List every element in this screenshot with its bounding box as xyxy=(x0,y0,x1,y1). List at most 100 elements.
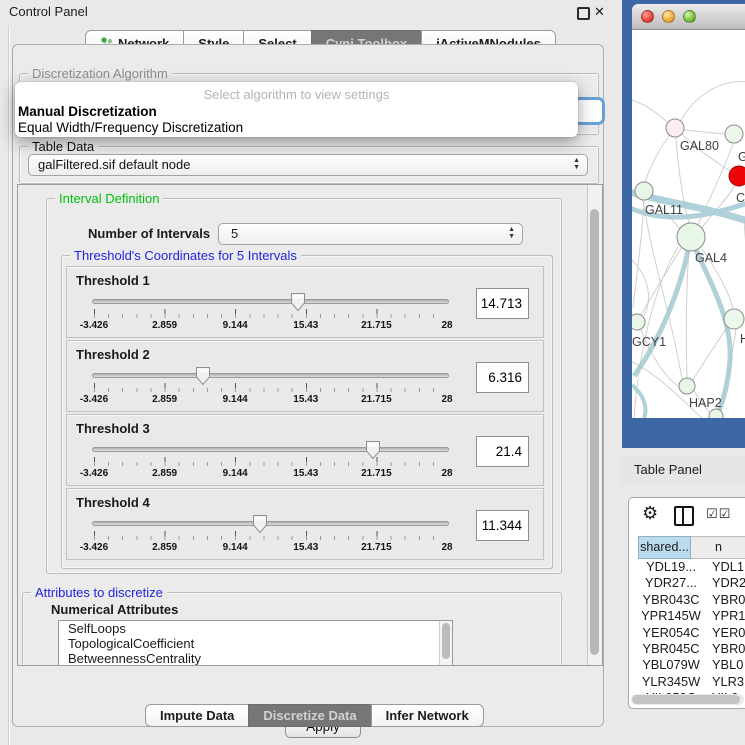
algorithm-dropdown-popup: Select algorithm to view settings Manual… xyxy=(15,82,578,137)
table-cell[interactable]: YPR145W xyxy=(638,608,704,624)
algorithm-option-equal-width[interactable]: Equal Width/Frequency Discretization xyxy=(15,120,578,136)
table-cell[interactable]: YPR1 xyxy=(704,608,745,624)
zoom-traffic-light-icon[interactable] xyxy=(683,10,696,23)
discretization-algorithm-title: Discretization Algorithm xyxy=(28,66,172,81)
network-canvas[interactable]: GAL80G.CGAL11GAL4GCY1HHAP2 xyxy=(632,30,745,418)
threshold-slider[interactable]: -3.4262.8599.14415.4321.71528 xyxy=(92,513,449,557)
combobox-arrows-icon: ▲▼ xyxy=(573,157,580,171)
number-of-intervals-spinner[interactable]: 5 ▲▼ xyxy=(218,223,523,245)
threshold-list: Threshold 1 -3.4262.8599.14415.4321.7152… xyxy=(66,266,546,562)
table-row[interactable]: YLR345WYLR3 xyxy=(638,674,745,690)
table-hscrollbar-thumb[interactable] xyxy=(632,695,740,704)
table-cell[interactable]: YER054C xyxy=(638,625,704,641)
table-cell[interactable]: YLR345W xyxy=(638,674,704,690)
checkbox-icons[interactable]: ☑☑ xyxy=(706,506,731,522)
attribute-list-item[interactable]: SelfLoops xyxy=(59,621,452,636)
table-cell[interactable]: YBR0 xyxy=(704,592,745,608)
network-node-hap2[interactable] xyxy=(679,378,695,394)
table-row[interactable]: YBR045CYBR0 xyxy=(638,641,745,657)
tab-impute-data[interactable]: Impute Data xyxy=(145,704,249,727)
attribute-list-item[interactable]: BetweennessCentrality xyxy=(59,651,452,666)
table-cell[interactable]: YBL079W xyxy=(638,657,704,673)
network-node-label-hap2: HAP2 xyxy=(689,396,722,410)
network-node-gal80[interactable] xyxy=(666,119,684,137)
network-window[interactable]: GAL80G.CGAL11GAL4GCY1HHAP2 xyxy=(632,4,745,418)
slider-track[interactable] xyxy=(92,373,449,378)
tick-label: 9.144 xyxy=(223,320,248,331)
threshold-slider[interactable]: -3.4262.8599.14415.4321.71528 xyxy=(92,439,449,483)
table-row[interactable]: YPR145WYPR1 xyxy=(638,608,745,624)
threshold-value-field[interactable]: 11.344 xyxy=(476,510,529,541)
gear-icon[interactable]: ⚙ xyxy=(642,503,658,524)
attributes-scrollbar[interactable] xyxy=(439,621,452,666)
tick-label: 28 xyxy=(441,542,452,553)
table-cell[interactable]: YDL19... xyxy=(638,559,704,575)
tab-label: Infer Network xyxy=(386,708,469,723)
threshold-value-field[interactable]: 21.4 xyxy=(476,436,529,467)
attribute-list-item[interactable]: TopologicalCoefficient xyxy=(59,636,452,651)
table-cell[interactable]: YDL1 xyxy=(704,559,744,575)
columns-icon[interactable] xyxy=(674,506,694,526)
network-node-gcy1[interactable] xyxy=(632,314,645,330)
threshold-label: Threshold 4 xyxy=(76,495,150,510)
control-panel-title: Control Panel xyxy=(9,4,88,19)
algorithm-prompt-option[interactable]: Select algorithm to view settings xyxy=(15,82,578,104)
network-node-bottom[interactable] xyxy=(709,409,723,418)
network-node-gal11[interactable] xyxy=(635,182,653,200)
column-header-name[interactable]: n xyxy=(691,536,745,559)
tab-discretize-data[interactable]: Discretize Data xyxy=(248,704,371,727)
table-cell[interactable]: YBR0 xyxy=(704,641,745,657)
threshold-value-field[interactable]: 14.713 xyxy=(476,288,529,319)
close-icon[interactable]: ✕ xyxy=(594,4,605,20)
table-data-combobox[interactable]: galFiltered.sif default node ▲▼ xyxy=(28,154,588,176)
float-window-icon[interactable] xyxy=(577,7,590,20)
threshold-slider[interactable]: -3.4262.8599.14415.4321.71528 xyxy=(92,291,449,335)
threshold-value-field[interactable]: 6.316 xyxy=(476,362,529,393)
column-header-shared-name[interactable]: shared... xyxy=(638,536,691,559)
network-node-h-node[interactable] xyxy=(724,309,744,329)
number-of-intervals-label: Number of Intervals xyxy=(88,226,210,241)
tick-label: 15.43 xyxy=(293,542,318,553)
network-node-label-gal7: G. xyxy=(738,150,745,164)
slider-track[interactable] xyxy=(92,447,449,452)
settings-scrollbar-thumb[interactable] xyxy=(590,209,599,655)
network-window-titlebar xyxy=(632,4,745,30)
tab-infer-network[interactable]: Infer Network xyxy=(371,704,484,727)
table-cell[interactable]: YDR2 xyxy=(704,575,745,591)
slider-track[interactable] xyxy=(92,521,449,526)
slider-track[interactable] xyxy=(92,299,449,304)
threshold-slider[interactable]: -3.4262.8599.14415.4321.71528 xyxy=(92,365,449,409)
table-row[interactable]: YER054CYER0 xyxy=(638,625,745,641)
threshold-box: Threshold 3 -3.4262.8599.14415.4321.7152… xyxy=(66,414,544,486)
table-data-selected-value: galFiltered.sif default node xyxy=(38,157,190,172)
tick-label: 2.859 xyxy=(152,394,177,405)
tick-label: -3.426 xyxy=(80,468,108,479)
table-cell[interactable]: YLR3 xyxy=(704,674,744,690)
table-row[interactable]: YDL19...YDL1 xyxy=(638,559,745,575)
table-cell[interactable]: YBR045C xyxy=(638,641,704,657)
table-row[interactable]: YDR27...YDR2 xyxy=(638,575,745,591)
threshold-label: Threshold 1 xyxy=(76,273,150,288)
tab-label: Impute Data xyxy=(160,708,234,723)
table-row[interactable]: YBL079WYBL0 xyxy=(638,657,745,673)
algorithm-option-manual[interactable]: Manual Discretization xyxy=(15,104,578,120)
table-data-title: Table Data xyxy=(28,139,98,154)
table-cell[interactable]: YBR043C xyxy=(638,592,704,608)
minimize-traffic-light-icon[interactable] xyxy=(662,10,675,23)
tick-label: 2.859 xyxy=(152,320,177,331)
table-horizontal-scrollbar[interactable] xyxy=(631,694,744,705)
settings-scrollbar[interactable] xyxy=(587,185,602,665)
attributes-scrollbar-thumb[interactable] xyxy=(442,623,450,659)
close-traffic-light-icon[interactable] xyxy=(641,10,654,23)
network-node-gal7[interactable] xyxy=(725,125,743,143)
network-node-gal-red[interactable] xyxy=(729,166,745,186)
numerical-attributes-list[interactable]: SelfLoopsTopologicalCoefficientBetweenne… xyxy=(58,620,453,666)
table-cell[interactable]: YBL0 xyxy=(704,657,743,673)
table-cell[interactable]: YER0 xyxy=(704,625,745,641)
threshold-box: Threshold 4 -3.4262.8599.14415.4321.7152… xyxy=(66,488,544,560)
threshold-label: Threshold 3 xyxy=(76,421,150,436)
table-row[interactable]: YBR043CYBR0 xyxy=(638,592,745,608)
slider-tick-labels: -3.4262.8599.14415.4321.71528 xyxy=(94,394,447,406)
table-cell[interactable]: YDR27... xyxy=(638,575,704,591)
network-node-gal4[interactable] xyxy=(677,223,705,251)
